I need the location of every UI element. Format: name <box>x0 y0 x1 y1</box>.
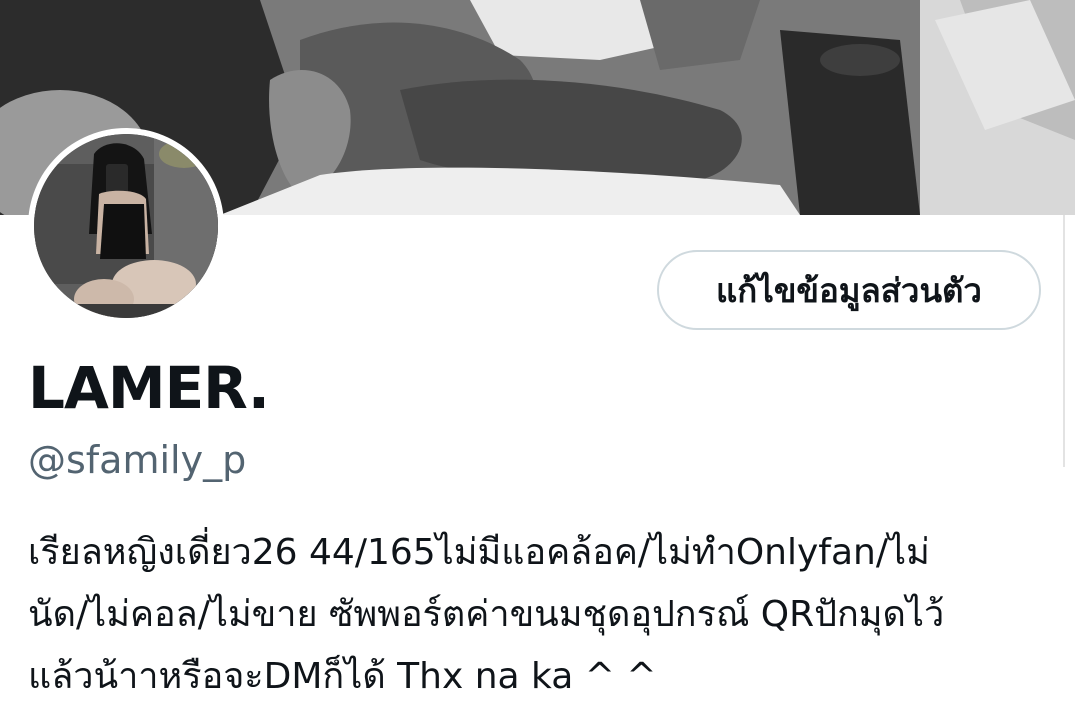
profile-page: แก้ไขข้อมูลส่วนตัว LAMER. @sfamily_p เรี… <box>0 0 1075 709</box>
bio-line: นัด/ไม่คอล/ไม่ขาย ซัพพอร์ตค่าขนมชุดอุปกร… <box>28 594 945 635</box>
edit-profile-button[interactable]: แก้ไขข้อมูลส่วนตัว <box>657 250 1041 330</box>
avatar-ring <box>28 128 224 324</box>
edit-profile-button-label: แก้ไขข้อมูลส่วนตัว <box>716 270 982 310</box>
right-edge-divider <box>1063 215 1065 467</box>
avatar-photo <box>34 134 218 318</box>
profile-handle: @sfamily_p <box>28 438 247 482</box>
profile-bio: เรียลหญิงเดี่ยว26 44/165ไม่มีแอคล้อค/ไม่… <box>28 522 1058 708</box>
avatar[interactable] <box>34 134 218 318</box>
bio-line: เรียลหญิงเดี่ยว26 44/165ไม่มีแอคล้อค/ไม่… <box>28 532 930 573</box>
profile-display-name: LAMER. <box>28 354 270 422</box>
bio-line: แล้วน้าาหรือจะDMก็ได้ Thx na ka ^ ^ <box>28 656 657 697</box>
